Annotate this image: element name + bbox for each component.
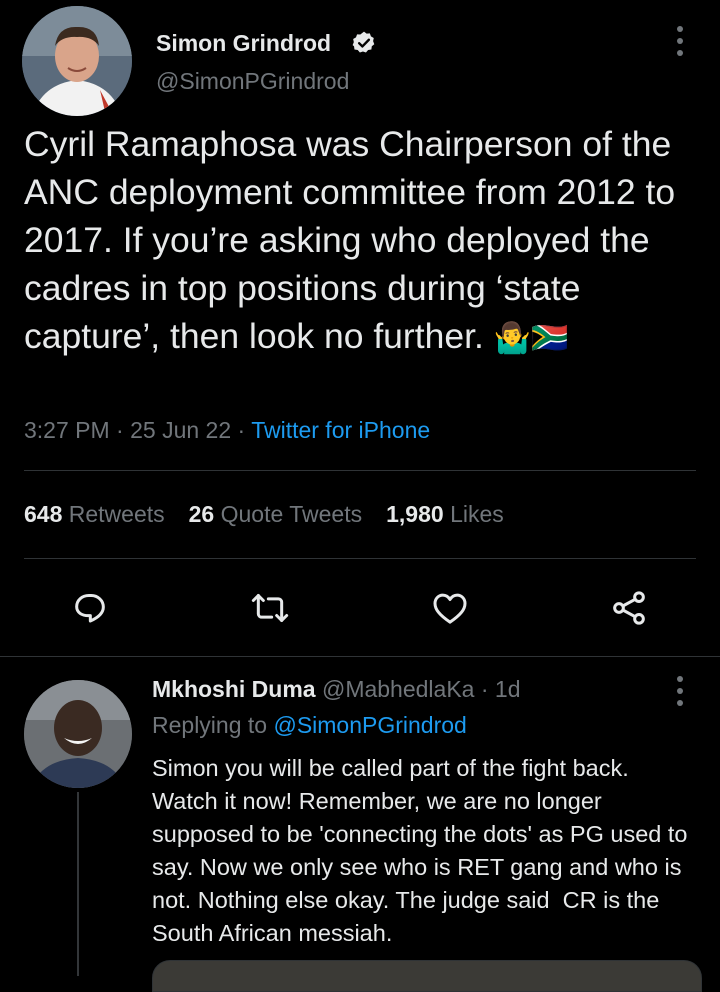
reply-author-handle[interactable]: @MabhedlaKa [322,676,475,702]
tweet-source[interactable]: Twitter for iPhone [251,417,430,443]
author-avatar[interactable] [22,6,132,116]
tweet-metadata: 3:27 PM · 25 Jun 22 · Twitter for iPhone [24,417,430,444]
replying-to-prefix: Replying to [152,712,268,738]
author-name[interactable]: Simon Grindrod [156,30,331,57]
reply-more-options-icon[interactable] [675,676,685,706]
section-divider [0,656,720,657]
divider [24,470,696,471]
replying-to: Replying to @SimonPGrindrod [152,712,467,739]
shrug-flag-emoji: 🤷‍♂️🇿🇦 [493,322,569,355]
like-icon [433,593,467,624]
retweets-stat[interactable]: 648 Retweets [24,501,165,527]
meta-separator: · [480,676,489,702]
reply-button[interactable] [62,580,118,636]
reply-header: Mkhoshi Duma @MabhedlaKa · 1d [152,676,521,703]
reply-text: Simon you will be called part of the fig… [152,755,695,946]
likes-stat[interactable]: 1,980 Likes [386,501,504,527]
reply-media-preview[interactable] [152,960,702,992]
reply-age[interactable]: 1d [495,676,521,702]
author-handle[interactable]: @SimonPGrindrod [156,68,349,95]
replying-to-handle[interactable]: @SimonPGrindrod [273,712,466,738]
tweet-body: Cyril Ramaphosa was Chairperson of the A… [24,124,676,356]
tweet-text: Cyril Ramaphosa was Chairperson of the A… [24,120,696,363]
engagement-stats: 648 Retweets 26 Quote Tweets 1,980 Likes [24,501,504,528]
like-button[interactable] [422,580,478,636]
retweet-button[interactable] [242,580,298,636]
reply-icon [75,594,105,623]
quotes-stat[interactable]: 26 Quote Tweets [189,501,362,527]
retweet-icon [251,594,289,622]
reply-author-name[interactable]: Mkhoshi Duma [152,676,316,702]
share-icon [613,591,645,625]
meta-separator: · [116,417,124,443]
tweet-date[interactable]: 25 Jun 22 [130,417,231,443]
verified-badge-icon [351,30,377,56]
share-button[interactable] [601,580,657,636]
reply-author-avatar[interactable] [24,680,132,788]
more-options-icon[interactable] [675,26,685,56]
divider [24,558,696,559]
meta-separator: · [237,417,246,443]
tweet-time: 3:27 PM [24,417,110,443]
thread-line [77,792,79,976]
